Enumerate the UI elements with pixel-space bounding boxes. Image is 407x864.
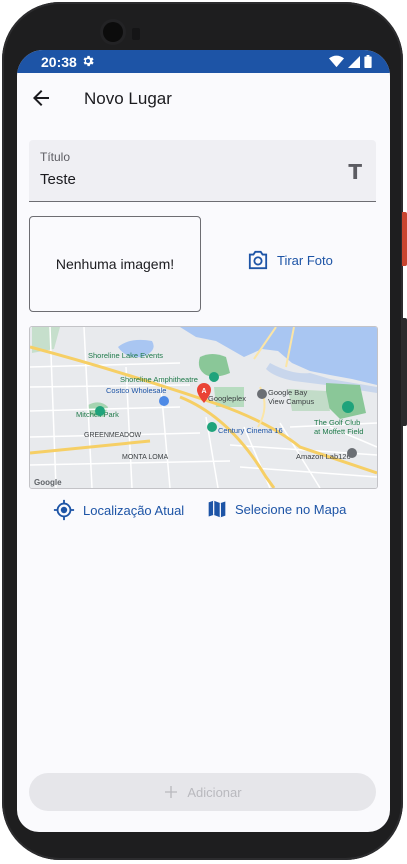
map-image: Shoreline Lake Events Shoreline Amphithe…: [30, 327, 377, 488]
camera-icon: [248, 250, 268, 270]
image-preview-empty-text: Nenhuma imagem!: [55, 256, 175, 272]
battery-icon: [364, 55, 372, 68]
text-fields-icon: T: [348, 160, 362, 184]
map-icon: [208, 500, 226, 518]
status-time: 20:38: [41, 54, 77, 70]
title-field[interactable]: Título Teste T: [29, 140, 376, 202]
map-label-century: Century Cinema 16: [218, 426, 283, 435]
page-title: Novo Lugar: [84, 89, 172, 108]
volume-button: [402, 318, 407, 426]
location-buttons: Localização Atual Selecione no Mapa: [53, 499, 363, 523]
map-label-costco: Costco Wholesale: [106, 386, 166, 395]
earpiece: [132, 28, 140, 40]
wifi-icon: [329, 55, 344, 68]
map-label-amazon: Amazon Lab126: [296, 452, 351, 461]
image-preview: Nenhuma imagem!: [29, 216, 201, 312]
take-photo-label: Tirar Foto: [277, 252, 333, 268]
screen: 20:38 Novo Lugar Título Teste T Nenhuma …: [17, 50, 390, 832]
select-on-map-button[interactable]: Selecione no Mapa: [207, 499, 346, 519]
take-photo-button[interactable]: Tirar Foto: [247, 250, 333, 270]
map-label-greenmeadow: GREENMEADOW: [84, 432, 142, 439]
current-location-button[interactable]: Localização Atual: [53, 499, 184, 521]
add-button-label: Adicionar: [187, 784, 242, 800]
app-bar: Novo Lugar: [17, 73, 390, 127]
map-label-golf-2: at Moffett Field: [314, 427, 363, 436]
map-label-google-bay-1: Google Bay: [268, 388, 307, 397]
plus-icon: [165, 786, 178, 798]
map-marker-letter: A: [202, 388, 207, 395]
power-button: [402, 212, 407, 266]
map-label-amphitheatre: Shoreline Amphitheatre: [120, 375, 198, 384]
signal-icon: [348, 55, 360, 68]
map-label-googleplex: Googleplex: [208, 394, 246, 403]
arrow-back-icon[interactable]: [29, 86, 53, 110]
map-label-shoreline-lake: Shoreline Lake Events: [88, 351, 163, 360]
add-button[interactable]: Adicionar: [29, 773, 376, 811]
phone-frame: 20:38 Novo Lugar Título Teste T Nenhuma …: [0, 0, 407, 864]
my-location-icon: [53, 499, 75, 521]
status-bar: 20:38: [17, 50, 390, 73]
map-preview[interactable]: Shoreline Lake Events Shoreline Amphithe…: [29, 326, 378, 489]
gear-icon: [83, 55, 94, 67]
map-label-google-bay-2: View Campus: [268, 397, 314, 406]
front-camera: [103, 22, 123, 42]
select-on-map-label: Selecione no Mapa: [235, 501, 347, 517]
current-location-label: Localização Atual: [83, 502, 185, 518]
map-google-logo: Google: [34, 478, 62, 487]
status-icons: [329, 55, 372, 68]
map-label-golf-1: The Golf Club: [314, 418, 360, 427]
map-label-monta-loma: MONTA LOMA: [122, 454, 168, 461]
title-field-value[interactable]: Teste: [40, 171, 76, 188]
title-field-label: Título: [40, 150, 71, 164]
